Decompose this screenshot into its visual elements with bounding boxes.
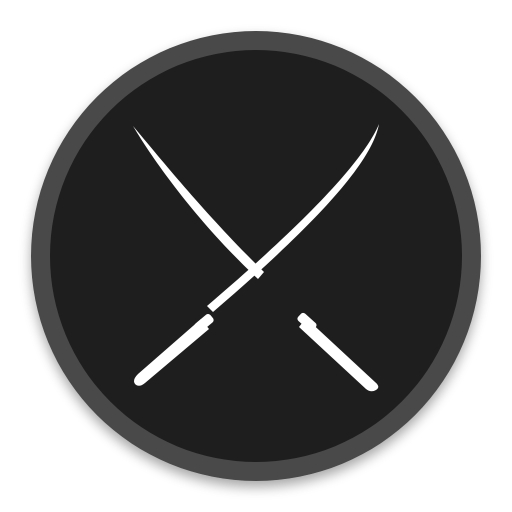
crossed-katanas-icon[interactable] xyxy=(0,0,512,512)
icon-stage xyxy=(0,0,512,512)
icon-inner-disc xyxy=(50,50,462,462)
